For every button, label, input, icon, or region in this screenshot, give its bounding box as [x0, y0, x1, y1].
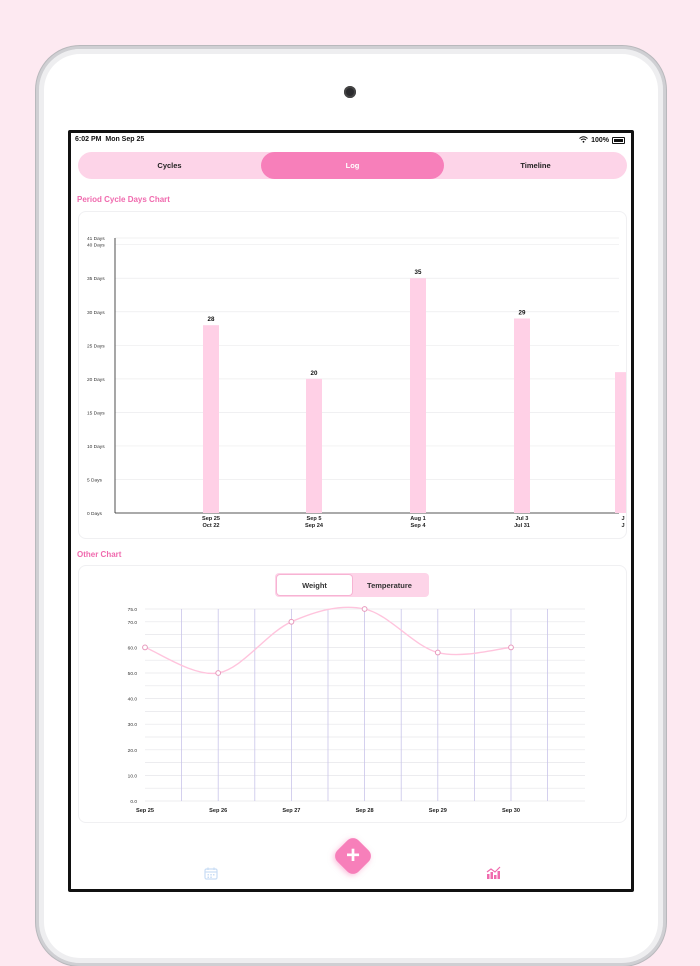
metric-toggle: Weight Temperature	[275, 573, 429, 597]
period-chart-card: 0 Days 5 Days 10 Days 15 Days 20 Days 25 Days…	[78, 211, 631, 539]
bar-x-tick-label: Jul 31	[514, 523, 530, 529]
bar-y-tick-label: 40 Days	[87, 243, 105, 249]
line-y-tick-label: 70.0	[128, 620, 138, 626]
add-icon[interactable]: +	[338, 841, 368, 871]
line-y-tick-label: 60.0	[128, 645, 138, 651]
status-bar: 6:02 PM Mon Sep 25 100%	[71, 133, 631, 147]
bar-x-tick-label: Jul 3	[516, 516, 529, 522]
bar-y-tick-label: 0 Days	[87, 511, 103, 517]
weight-point	[508, 644, 514, 651]
bar-y-tick-label: 35 Days	[87, 276, 105, 282]
bar-x-tick-label: J	[621, 516, 624, 522]
bar-y-tick-label: 20 Days	[87, 377, 105, 383]
line-y-tick-label: 20.0	[128, 748, 138, 754]
weight-line-chart: 0.0 10.0 20.0 30.0 40.0 50.0 60.0 70.0 75.0 Sep 2…	[128, 606, 585, 814]
bar-y-tick-label: 41 Days	[87, 236, 105, 242]
line-y-tick-label: 75.0	[128, 607, 138, 613]
battery-icon	[612, 137, 625, 144]
bar-x-tick-label: Sep 24	[305, 523, 324, 529]
tab-timeline[interactable]: Timeline	[444, 152, 627, 179]
bar-value-label: 35	[415, 269, 422, 276]
chart-icon[interactable]	[486, 866, 501, 885]
calendar-icon[interactable]	[204, 867, 218, 885]
bar-x-tick-label: Sep 4	[411, 523, 427, 529]
line-y-tick-label: 50.0	[128, 671, 138, 677]
weight-point	[361, 606, 368, 612]
device-screen: 6:02 PM Mon Sep 25 100% Cycles Log Timel…	[68, 130, 634, 892]
line-x-tick-label: Sep 29	[429, 808, 447, 814]
main-tab-bar: Cycles Log Timeline	[78, 152, 627, 179]
bar	[203, 325, 219, 513]
bar-value-label: 20	[311, 370, 318, 377]
weight-point	[215, 670, 222, 676]
line-x-tick-label: Sep 27	[282, 808, 300, 814]
status-time-date: 6:02 PM Mon Sep 25	[75, 136, 144, 143]
wifi-icon	[579, 136, 588, 145]
other-chart-title: Other Chart	[77, 550, 122, 559]
bar	[410, 278, 426, 513]
bar-y-tick-label: 15 Days	[87, 410, 105, 416]
weight-point	[434, 649, 441, 656]
status-indicators: 100%	[579, 136, 625, 145]
other-chart-card: 0.0 10.0 20.0 30.0 40.0 50.0 60.0 70.0 75.0 Sep 2…	[78, 565, 627, 823]
bar-x-tick-label: Sep 5	[307, 516, 322, 522]
bar-x-tick-label: Oct 22	[202, 523, 219, 529]
bar-value-label: 28	[208, 316, 215, 323]
line-x-tick-label: Sep 26	[209, 808, 227, 814]
bar-x-tick-label: Aug 1	[410, 516, 426, 522]
bar-x-tick-label: Sep 25	[202, 516, 220, 522]
line-x-tick-label: Sep 28	[356, 808, 374, 814]
bar	[514, 318, 530, 513]
bar-y-tick-label: 25 Days	[87, 343, 105, 349]
toggle-temperature[interactable]: Temperature	[352, 575, 427, 595]
status-time: 6:02 PM	[75, 136, 102, 143]
weight-point	[288, 618, 295, 625]
period-chart-title: Period Cycle Days Chart	[77, 195, 170, 204]
bar	[306, 378, 322, 513]
period-cycle-bar-chart: 0 Days 5 Days 10 Days 15 Days 20 Days 25 Days…	[87, 236, 631, 529]
battery-percent: 100%	[591, 137, 609, 144]
tab-cycles[interactable]: Cycles	[78, 152, 261, 179]
toggle-weight[interactable]: Weight	[277, 575, 352, 595]
bar-x-tick-label: J	[621, 523, 624, 529]
bar	[615, 372, 631, 513]
bar-y-tick-label: 30 Days	[87, 310, 105, 316]
line-y-tick-label: 0.0	[130, 799, 137, 805]
line-y-tick-label: 40.0	[128, 697, 138, 703]
bar-value-label: 29	[519, 309, 526, 316]
line-y-tick-label: 30.0	[128, 722, 138, 728]
line-y-tick-label: 10.0	[128, 773, 138, 779]
line-x-tick-label: Sep 25	[136, 808, 154, 814]
line-x-tick-label: Sep 30	[502, 808, 520, 814]
front-camera	[344, 86, 356, 98]
app-window: 6:02 PM Mon Sep 25 100% Cycles Log Timel…	[71, 133, 631, 889]
weight-point	[142, 644, 148, 651]
bar-y-tick-label: 5 Days	[87, 477, 103, 483]
status-date: Mon Sep 25	[105, 136, 145, 143]
bar-y-tick-label: 10 Days	[87, 444, 105, 450]
tab-log[interactable]: Log	[261, 152, 444, 179]
